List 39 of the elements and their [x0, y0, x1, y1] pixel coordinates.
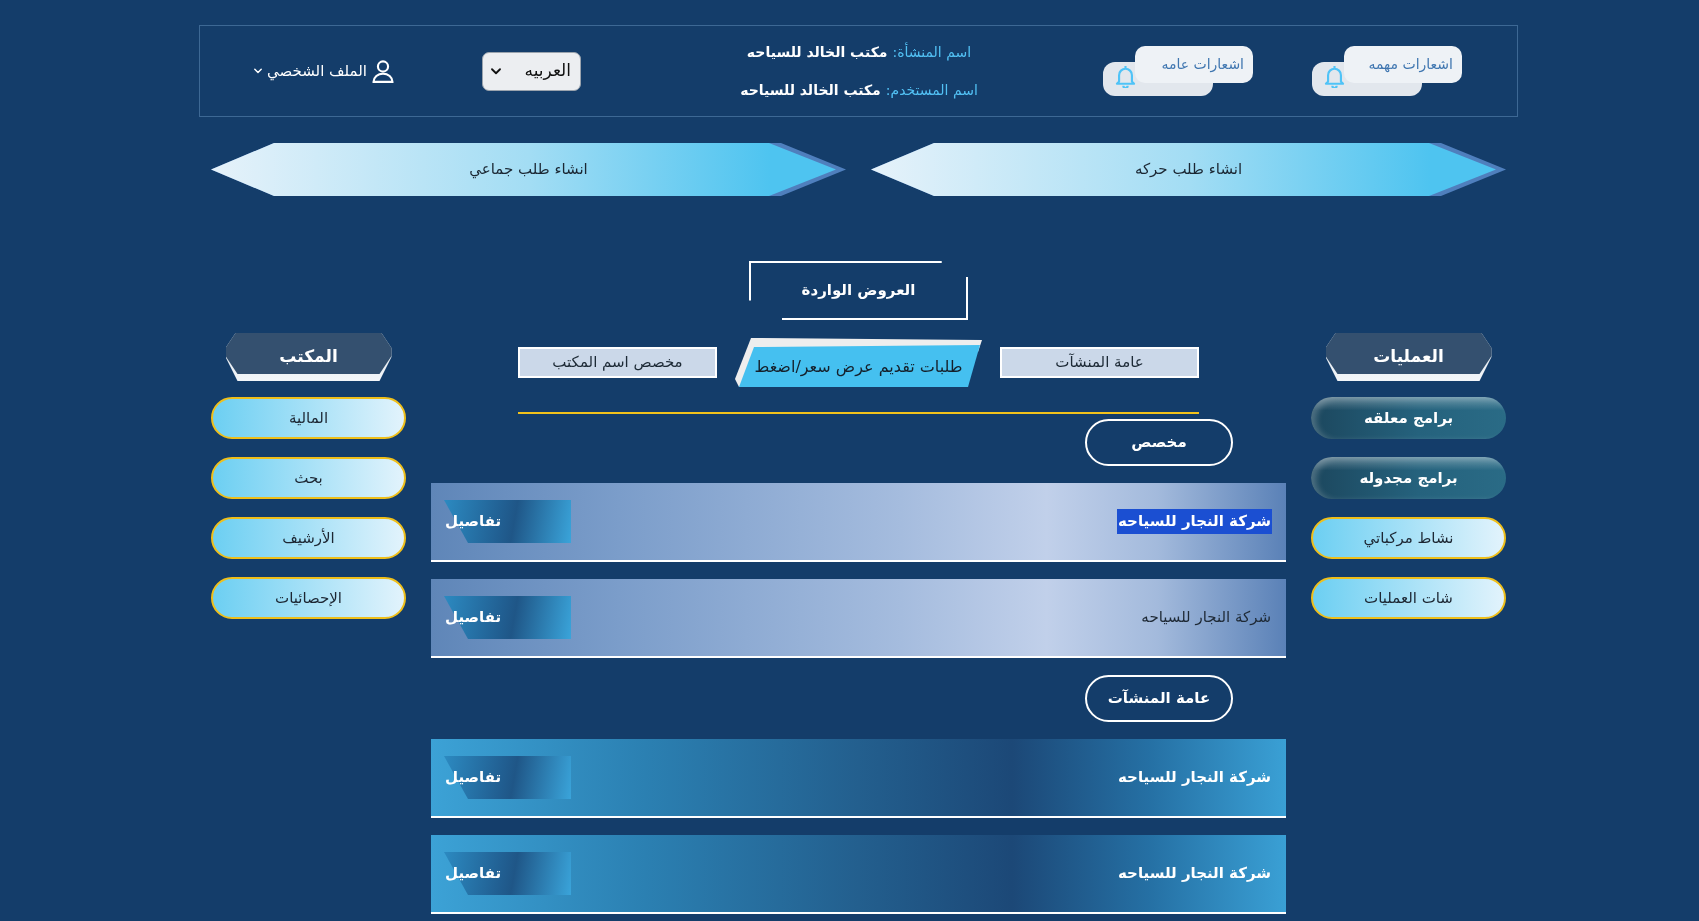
facility-name-value: مكتب الخالد للسياحه: [746, 42, 888, 62]
details-button[interactable]: تفاصيل: [444, 852, 571, 895]
profile-menu[interactable]: الملف الشخصي: [254, 59, 394, 83]
menu-item[interactable]: الإحصائيات: [211, 577, 406, 619]
user-name-label: اسم المستخدم:: [885, 80, 978, 101]
menu-item[interactable]: برامج معلقه: [1311, 397, 1506, 439]
chevron-down-icon: [254, 68, 262, 74]
menu-item[interactable]: المالية: [211, 397, 406, 439]
details-button[interactable]: تفاصيل: [444, 756, 571, 799]
details-button[interactable]: تفاصيل: [444, 596, 571, 639]
tab[interactable]: عامة المنشآت: [1000, 347, 1199, 378]
language-select[interactable]: العربيه: [482, 51, 581, 91]
details-button[interactable]: تفاصيل: [444, 500, 571, 543]
menu-item[interactable]: بحث: [211, 457, 406, 499]
user-name-value: مكتب الخالد للسياحه: [740, 80, 881, 100]
group-button[interactable]: عامة المنشآت: [1085, 675, 1233, 722]
notification-button[interactable]: اشعارات مهمه: [1312, 46, 1462, 96]
menu-item[interactable]: برامج مجدوله: [1311, 457, 1506, 499]
action-button[interactable]: انشاء طلب جماعي: [211, 143, 846, 196]
menu-item[interactable]: الأرشيف: [211, 517, 406, 559]
section-title: العروض الواردة: [749, 261, 968, 320]
tab[interactable]: طلبات تقديم عرض سعر/اضغط: [735, 338, 982, 387]
user-icon: [372, 59, 394, 83]
menu-title: المكتب: [225, 333, 392, 381]
menu-title: العمليات: [1325, 333, 1492, 381]
tab[interactable]: مخصص اسم المكتب: [518, 347, 717, 378]
bell-icon: [1324, 65, 1345, 88]
action-button[interactable]: انشاء طلب حركه: [871, 143, 1506, 196]
chevron-down-icon: [491, 67, 501, 75]
menu-item[interactable]: شات العمليات: [1311, 577, 1506, 619]
menu-item[interactable]: نشاط مركباتي: [1311, 517, 1506, 559]
company-name: شركة النجار للسياحه: [1140, 607, 1272, 629]
bell-icon: [1115, 65, 1136, 88]
company-name: شركة النجار للسياحه: [1117, 863, 1272, 885]
group-button[interactable]: مخصص: [1085, 419, 1233, 466]
facility-name-label: اسم المنشأة:: [892, 41, 972, 63]
company-name: شركة النجار للسياحه: [1117, 509, 1272, 534]
notification-button[interactable]: اشعارات عامه: [1103, 46, 1253, 96]
company-name: شركة النجار للسياحه: [1117, 767, 1272, 789]
